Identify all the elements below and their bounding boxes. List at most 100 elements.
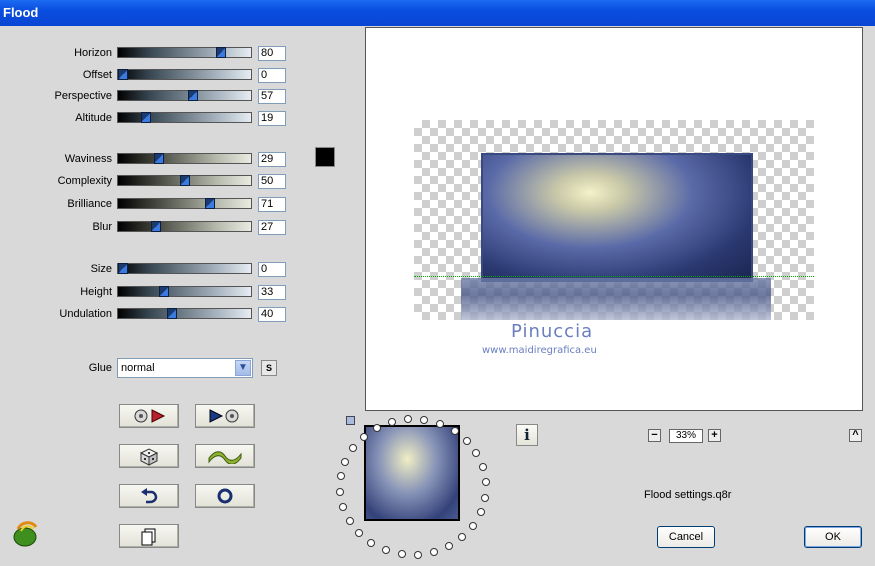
zoom-in-button[interactable]: +	[708, 429, 721, 442]
size-value-field[interactable]: 0	[258, 262, 286, 277]
navigator-dot[interactable]	[372, 423, 381, 432]
complexity-slider-thumb[interactable]	[179, 175, 190, 186]
slider-row-brilliance: Brilliance 71	[0, 197, 300, 213]
slider-row-complexity: Complexity 50	[0, 174, 300, 190]
size-slider-thumb[interactable]	[118, 263, 128, 274]
watermark-title: Pinuccia	[511, 321, 594, 342]
altitude-slider[interactable]	[117, 112, 252, 123]
horizon-slider-thumb[interactable]	[216, 47, 227, 58]
navigator-dot[interactable]	[458, 533, 467, 542]
navigator-handle[interactable]	[346, 416, 355, 425]
horizon-value-field[interactable]: 80	[258, 46, 286, 61]
size-slider[interactable]	[117, 263, 252, 274]
glue-select[interactable]: normal ▼	[117, 358, 253, 378]
navigator-dot[interactable]	[478, 463, 487, 472]
window-title: Flood	[3, 5, 39, 20]
navigator-dot[interactable]	[450, 427, 459, 436]
navigator-dot[interactable]	[445, 542, 454, 551]
zoom-out-button[interactable]: −	[648, 429, 661, 442]
copy-icon	[141, 528, 156, 546]
navigator-dot[interactable]	[476, 508, 485, 517]
offset-slider[interactable]	[117, 69, 252, 80]
navigator-dot[interactable]	[348, 444, 357, 453]
wave-button[interactable]	[195, 444, 255, 468]
navigator-thumbnail[interactable]	[364, 425, 460, 521]
navigator-dot[interactable]	[413, 550, 422, 559]
copy-button[interactable]	[119, 524, 179, 548]
blur-slider-thumb[interactable]	[151, 221, 162, 232]
navigator-dot[interactable]	[481, 478, 490, 487]
slider-row-horizon: Horizon 80	[0, 46, 300, 62]
preview-canvas[interactable]: Pinuccia www.maidiregrafica.eu	[365, 27, 863, 411]
reset-button[interactable]	[195, 484, 255, 508]
undulation-slider[interactable]	[117, 308, 252, 319]
slider-row-altitude: Altitude 19	[0, 111, 300, 127]
slider-row-undulation: Undulation 40	[0, 307, 300, 323]
navigator-dot[interactable]	[469, 521, 477, 530]
navigator-dot[interactable]	[388, 417, 396, 426]
undo-button[interactable]	[119, 484, 179, 508]
waviness-slider[interactable]	[117, 153, 252, 164]
cancel-button[interactable]: Cancel	[657, 526, 715, 548]
brilliance-value-field[interactable]: 71	[258, 197, 286, 212]
navigator-dot[interactable]	[436, 419, 445, 428]
navigator-dot[interactable]	[420, 415, 429, 424]
perspective-slider-thumb[interactable]	[188, 90, 199, 101]
chevron-down-icon[interactable]: ▼	[235, 360, 251, 376]
save-preset-button[interactable]	[195, 404, 255, 428]
navigator-dot[interactable]	[367, 538, 376, 547]
horizon-slider[interactable]	[117, 47, 252, 58]
load-preset-button[interactable]	[119, 404, 179, 428]
slider-row-perspective: Perspective 57	[0, 89, 300, 105]
waviness-value-field[interactable]: 29	[258, 152, 286, 167]
height-value-field[interactable]: 33	[258, 285, 286, 300]
brilliance-slider-thumb[interactable]	[205, 198, 216, 209]
offset-value-field[interactable]: 0	[258, 68, 286, 83]
undulation-value-field[interactable]: 40	[258, 307, 286, 322]
preview-artwork	[481, 153, 753, 282]
height-slider[interactable]	[117, 286, 252, 297]
waviness-slider-thumb[interactable]	[153, 153, 164, 164]
navigator-dot[interactable]	[462, 437, 471, 446]
height-slider-thumb[interactable]	[158, 286, 169, 297]
navigator-dot[interactable]	[429, 548, 438, 557]
altitude-value-field[interactable]: 19	[258, 111, 286, 126]
navigator-dot[interactable]	[336, 472, 345, 481]
ok-button[interactable]: OK	[804, 526, 862, 548]
perspective-slider[interactable]	[117, 90, 252, 101]
size-label: Size	[90, 263, 112, 275]
navigator-dot[interactable]	[355, 528, 364, 537]
altitude-slider-thumb[interactable]	[141, 112, 152, 123]
navigator-dot[interactable]	[381, 546, 390, 555]
brilliance-slider[interactable]	[117, 198, 252, 209]
blur-slider[interactable]	[117, 221, 252, 232]
color-swatch[interactable]	[315, 147, 335, 167]
filters-unlimited-logo-icon	[13, 521, 38, 547]
collapse-button[interactable]: ^	[849, 429, 862, 442]
undulation-label: Undulation	[59, 308, 112, 320]
complexity-slider[interactable]	[117, 175, 252, 186]
waviness-label: Waviness	[64, 153, 112, 165]
perspective-value-field[interactable]: 57	[258, 89, 286, 104]
glue-side-button[interactable]: S	[261, 360, 277, 376]
info-button[interactable]: i	[516, 424, 538, 446]
navigator-dot[interactable]	[481, 493, 490, 502]
navigator-dot[interactable]	[341, 457, 350, 466]
navigator-dot[interactable]	[345, 516, 354, 525]
wave-icon	[208, 451, 242, 465]
navigator-dot[interactable]	[472, 449, 481, 458]
navigator-dot[interactable]	[339, 502, 348, 511]
navigator-dot[interactable]	[404, 415, 413, 424]
navigator-dot[interactable]	[397, 550, 406, 559]
undulation-slider-thumb[interactable]	[167, 308, 178, 319]
slider-row-size: Size 0	[0, 262, 300, 278]
navigator-dot[interactable]	[359, 432, 368, 441]
offset-slider-thumb[interactable]	[118, 69, 128, 80]
navigator-dot[interactable]	[336, 487, 345, 496]
random-button[interactable]	[119, 444, 179, 468]
blur-value-field[interactable]: 27	[258, 220, 286, 235]
slider-row-offset: Offset 0	[0, 68, 300, 84]
title-bar[interactable]: Flood	[0, 0, 875, 26]
height-label: Height	[80, 286, 112, 298]
complexity-value-field[interactable]: 50	[258, 174, 286, 189]
